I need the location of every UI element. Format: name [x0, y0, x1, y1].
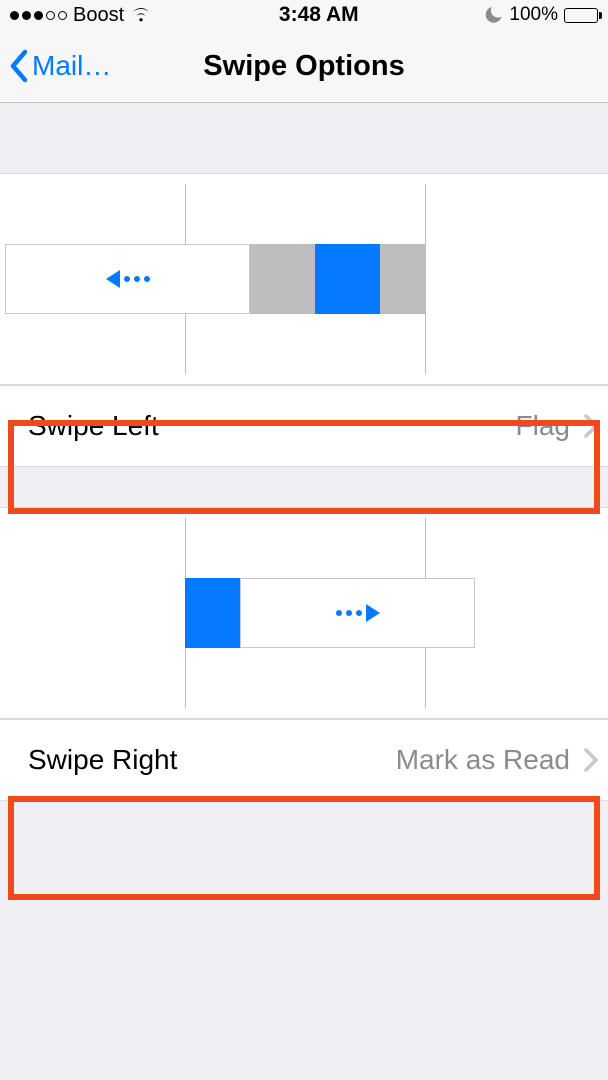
swipe-right-preview — [0, 507, 608, 719]
setting-value: Mark as Read — [396, 744, 570, 776]
swipe-left-row[interactable]: Swipe Left Flag — [0, 385, 608, 467]
setting-value: Flag — [516, 410, 570, 442]
setting-label: Swipe Left — [28, 410, 159, 442]
wifi-icon — [130, 7, 152, 23]
do-not-disturb-icon — [485, 6, 503, 24]
swipe-left-preview — [0, 173, 608, 385]
chevron-right-icon — [584, 414, 598, 438]
annotation-highlight — [8, 796, 600, 900]
chevron-left-icon — [8, 49, 30, 83]
status-bar: Boost 3:48 AM 100% — [0, 0, 608, 30]
swipe-right-arrow-icon — [336, 604, 380, 622]
chevron-right-icon — [584, 748, 598, 772]
back-button[interactable]: Mail… — [0, 49, 111, 83]
battery-percentage: 100% — [509, 4, 558, 26]
nav-bar: Mail… Swipe Options — [0, 30, 608, 103]
preview-mail-cell — [5, 244, 250, 314]
preview-mail-cell — [240, 578, 475, 648]
setting-label: Swipe Right — [28, 744, 177, 776]
preview-action-blue — [315, 244, 380, 314]
carrier-label: Boost — [73, 4, 124, 27]
swipe-right-row[interactable]: Swipe Right Mark as Read — [0, 719, 608, 801]
signal-strength-icon — [10, 11, 67, 20]
back-label: Mail… — [32, 50, 111, 82]
battery-icon — [564, 8, 598, 23]
swipe-left-arrow-icon — [106, 270, 150, 288]
status-time: 3:48 AM — [279, 3, 359, 27]
preview-action-gray — [250, 244, 315, 314]
preview-action-gray — [380, 244, 425, 314]
preview-action-blue — [185, 578, 240, 648]
section-spacer — [0, 103, 608, 173]
section-spacer — [0, 467, 608, 507]
guide-line — [425, 184, 426, 374]
